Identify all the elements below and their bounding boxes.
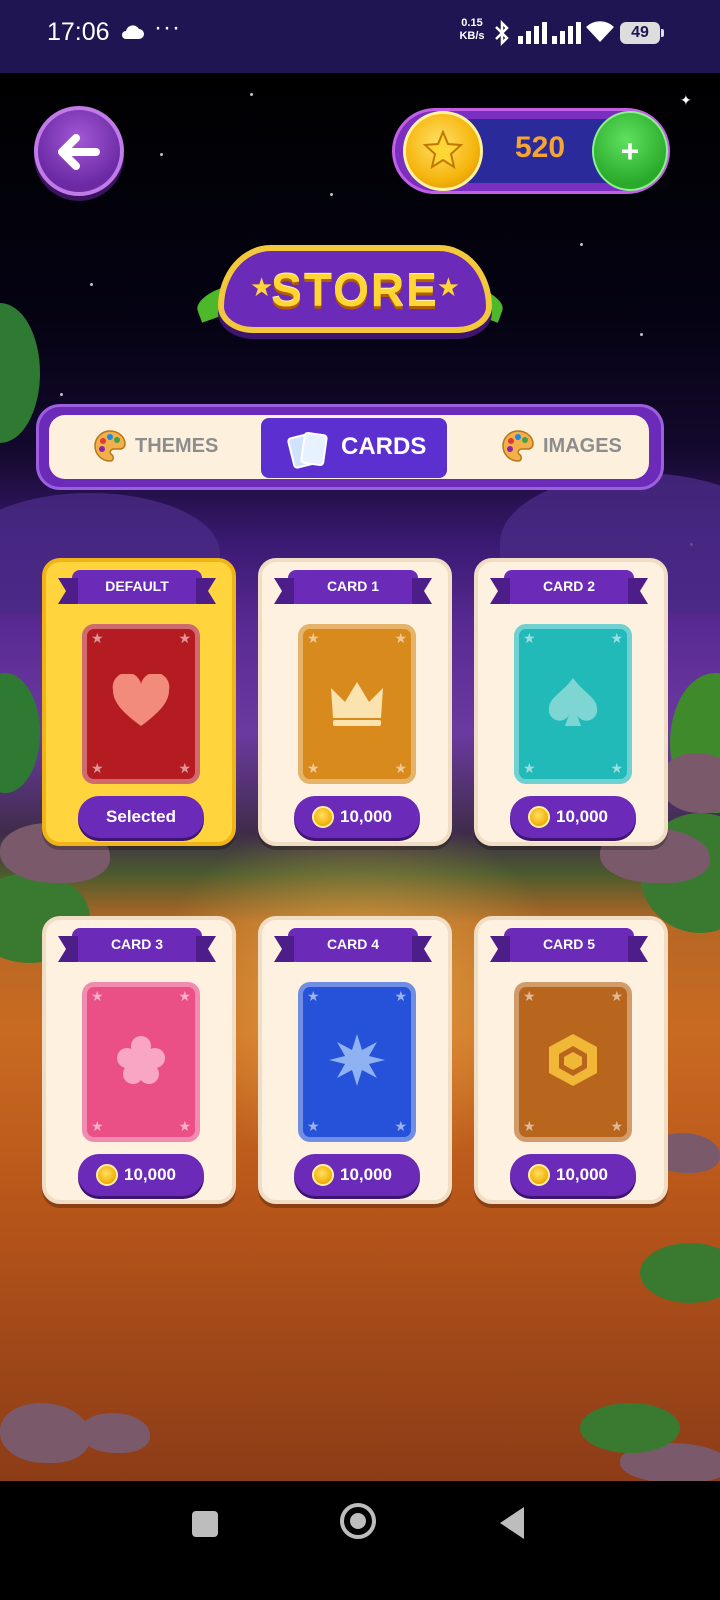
card-item-card-1[interactable]: CARD 1 ★ ★ ★ ★ 10,000 (258, 558, 452, 846)
selected-badge: Selected (78, 796, 204, 838)
star-decoration (330, 193, 333, 196)
foliage-decoration (0, 303, 40, 443)
store-banner: ★ STORE ★ (218, 245, 492, 333)
coin-icon (528, 806, 550, 828)
coin-icon (312, 1164, 334, 1186)
palette-icon (502, 430, 534, 462)
star-decoration (60, 393, 63, 396)
coin-icon (312, 806, 334, 828)
card-ribbon: DEFAULT (72, 570, 202, 604)
card-ribbon: CARD 1 (288, 570, 418, 604)
coin-icon (403, 111, 483, 191)
tabs-track: THEMES CARDS IMAGES (49, 415, 649, 479)
card-back-preview: ★ ★ ★ ★ (82, 982, 200, 1142)
foliage-decoration (580, 1403, 680, 1453)
buy-button[interactable]: 10,000 (294, 1154, 420, 1196)
foliage-decoration (0, 673, 40, 793)
recents-button[interactable] (192, 1511, 218, 1537)
card-back-preview: ★ ★ ★ ★ (82, 624, 200, 784)
coin-icon (96, 1164, 118, 1186)
card-back-preview: ★ ★ ★ ★ (514, 982, 632, 1142)
rock-decoration (660, 753, 720, 813)
tab-themes[interactable]: THEMES (49, 415, 259, 479)
screen: 17:06 ··· 0.15 KB/s 49 ✦ 520 + ★ STORE ★… (0, 0, 720, 1600)
star-icon (423, 130, 463, 170)
card-name: CARD 4 (326, 936, 380, 952)
crown-icon (331, 682, 383, 726)
bluetooth-icon (494, 19, 510, 50)
palette-icon (94, 430, 126, 462)
rock-decoration (80, 1413, 150, 1453)
plus-icon: + (620, 133, 640, 169)
battery-icon: 49 (620, 22, 664, 44)
heart-icon (112, 674, 170, 726)
star-decoration (250, 93, 253, 96)
card-item-card-2[interactable]: CARD 2 ★ ★ ★ ★ 10,000 (474, 558, 668, 846)
back-button[interactable] (34, 106, 124, 196)
flower-icon (117, 1036, 165, 1084)
navigation-bar (0, 1481, 720, 1600)
wifi-icon (585, 20, 615, 48)
add-coins-button[interactable]: + (592, 111, 668, 191)
tab-label-images: IMAGES (543, 435, 622, 457)
price-label: 10,000 (556, 1165, 608, 1184)
card-item-card-5[interactable]: CARD 5 ★ ★ ★ ★ 10,000 (474, 916, 668, 1204)
more-notifications-icon: ··· (154, 14, 181, 41)
buy-button[interactable]: 10,000 (78, 1154, 204, 1196)
tab-cards[interactable]: CARDS (261, 418, 447, 478)
tab-label-cards: CARDS (341, 433, 427, 460)
status-time: 17:06 (47, 18, 110, 46)
star-decoration (580, 243, 583, 246)
card-name: DEFAULT (105, 578, 169, 594)
card-back-preview: ★ ★ ★ ★ (298, 982, 416, 1142)
speed-unit: KB/s (459, 30, 485, 42)
coin-icon (528, 1164, 550, 1186)
status-bar: 17:06 ··· 0.15 KB/s 49 (0, 0, 720, 73)
card-item-default[interactable]: DEFAULT ★ ★ ★ ★ Selected (42, 558, 236, 846)
card-item-card-4[interactable]: CARD 4 ★ ★ ★ ★ 10,000 (258, 916, 452, 1204)
speed-value: 0.15 (461, 17, 483, 29)
star-icon: ★ (436, 273, 460, 303)
card-ribbon: CARD 2 (504, 570, 634, 604)
buy-button[interactable]: 10,000 (510, 1154, 636, 1196)
star-burst-icon (329, 1034, 385, 1086)
home-button[interactable] (340, 1503, 376, 1539)
hexagon-icon (549, 1034, 597, 1086)
signal-icon-2 (552, 22, 582, 48)
card-name: CARD 5 (542, 936, 596, 952)
tab-label-themes: THEMES (135, 435, 219, 457)
price-label: 10,000 (340, 807, 392, 826)
buy-button[interactable]: 10,000 (510, 796, 636, 838)
foliage-decoration (640, 1243, 720, 1303)
arrow-left-icon (58, 134, 100, 170)
coin-counter: 520 + (392, 108, 670, 194)
tab-images[interactable]: IMAGES (449, 415, 649, 479)
card-name: CARD 3 (110, 936, 164, 952)
system-back-button[interactable] (500, 1507, 524, 1539)
card-ribbon: CARD 4 (288, 928, 418, 962)
spade-icon (548, 678, 598, 726)
cloud-icon (120, 24, 144, 44)
star-decoration (90, 283, 93, 286)
cards-icon (287, 432, 328, 469)
card-ribbon: CARD 3 (72, 928, 202, 962)
selected-label: Selected (106, 807, 176, 826)
star-decoration (160, 153, 163, 156)
price-label: 10,000 (556, 807, 608, 826)
star-decoration (640, 333, 643, 336)
card-name: CARD 2 (542, 578, 596, 594)
signal-icon (518, 22, 548, 48)
card-item-card-3[interactable]: CARD 3 ★ ★ ★ ★ 10,000 (42, 916, 236, 1204)
price-label: 10,000 (124, 1165, 176, 1184)
card-name: CARD 1 (326, 578, 380, 594)
price-label: 10,000 (340, 1165, 392, 1184)
card-ribbon: CARD 5 (504, 928, 634, 962)
card-back-preview: ★ ★ ★ ★ (298, 624, 416, 784)
buy-button[interactable]: 10,000 (294, 796, 420, 838)
sparkle-decoration: ✦ (680, 93, 692, 109)
rock-decoration (0, 1403, 90, 1463)
store-tabs: THEMES CARDS IMAGES (36, 404, 664, 490)
card-back-preview: ★ ★ ★ ★ (514, 624, 632, 784)
network-speed: 0.15 KB/s (455, 17, 489, 43)
